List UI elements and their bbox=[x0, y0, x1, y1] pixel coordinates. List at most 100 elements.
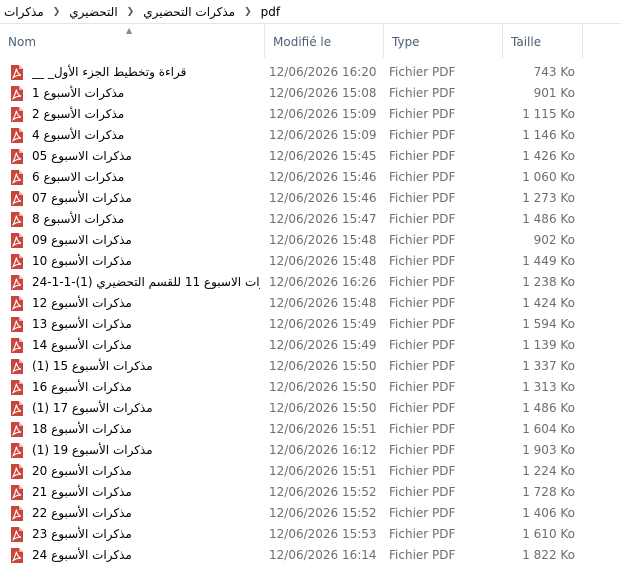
file-row[interactable]: مذكرات الاسبوع 05 12/06/2026 15:45 Fichi… bbox=[0, 146, 621, 167]
file-type: Fichier PDF bbox=[389, 380, 456, 394]
chevron-right-icon[interactable]: ❯ bbox=[48, 7, 66, 17]
file-row[interactable]: مذكرات الأسبوع 1 12/06/2026 15:08 Fichie… bbox=[0, 83, 621, 104]
file-row[interactable]: مذكرات الأسبوع 18 12/06/2026 15:51 Fichi… bbox=[0, 419, 621, 440]
file-modified-date: 12/06/2026 15:50 bbox=[269, 359, 377, 373]
file-size: 743 Ko bbox=[533, 65, 575, 79]
file-type: Fichier PDF bbox=[389, 464, 456, 478]
pdf-file-icon bbox=[11, 212, 23, 227]
file-size: 1 426 Ko bbox=[522, 149, 575, 163]
file-type: Fichier PDF bbox=[389, 191, 456, 205]
column-header-size[interactable]: Taille bbox=[502, 24, 582, 58]
file-size: 1 224 Ko bbox=[522, 464, 575, 478]
file-name: مذكرات الأسبوع 15 (1) bbox=[32, 359, 153, 373]
file-modified-date: 12/06/2026 15:51 bbox=[269, 464, 377, 478]
file-row[interactable]: مذكرات الأسبوع 10 12/06/2026 15:48 Fichi… bbox=[0, 251, 621, 272]
file-modified-date: 12/06/2026 16:20 bbox=[269, 65, 377, 79]
file-type: Fichier PDF bbox=[389, 149, 456, 163]
pdf-file-icon bbox=[11, 464, 23, 479]
pdf-file-icon bbox=[11, 338, 23, 353]
file-name: مذكرات الأسبوع 13 bbox=[32, 317, 132, 331]
file-row[interactable]: مذكرات الأسبوع 21 12/06/2026 15:52 Fichi… bbox=[0, 482, 621, 503]
file-name: مذكرات الأسبوع 16 bbox=[32, 380, 132, 394]
file-modified-date: 12/06/2026 15:49 bbox=[269, 338, 377, 352]
file-name: مذكرات الاسبوع 05 bbox=[32, 149, 132, 163]
file-type: Fichier PDF bbox=[389, 170, 456, 184]
chevron-right-icon[interactable]: ❯ bbox=[239, 7, 257, 17]
file-row[interactable]: مذكرات الاسبوع 6 12/06/2026 15:46 Fichie… bbox=[0, 167, 621, 188]
breadcrumb-item-root[interactable]: مذكرات bbox=[0, 5, 48, 19]
file-row[interactable]: مذكرات الأسبوع 4 12/06/2026 15:09 Fichie… bbox=[0, 125, 621, 146]
file-size: 1 449 Ko bbox=[522, 254, 575, 268]
file-name: مذكرات الاسبوع 11 للقسم التحضيري (1)-1-1… bbox=[32, 275, 260, 289]
file-name: مذكرات الأسبوع 4 bbox=[32, 128, 125, 142]
column-header-type[interactable]: Type bbox=[383, 24, 502, 58]
file-type: Fichier PDF bbox=[389, 128, 456, 142]
file-row[interactable]: مذكرات الأسبوع 23 12/06/2026 15:53 Fichi… bbox=[0, 524, 621, 545]
file-row[interactable]: مذكرات الأسبوع 24 12/06/2026 16:14 Fichi… bbox=[0, 545, 621, 566]
column-header-modified[interactable]: Modifié le bbox=[264, 24, 383, 58]
file-type: Fichier PDF bbox=[389, 422, 456, 436]
file-type: Fichier PDF bbox=[389, 506, 456, 520]
file-size: 1 060 Ko bbox=[522, 170, 575, 184]
file-modified-date: 12/06/2026 16:12 bbox=[269, 443, 377, 457]
file-size: 1 903 Ko bbox=[522, 443, 575, 457]
file-row[interactable]: مذكرات الأسبوع 07 12/06/2026 15:46 Fichi… bbox=[0, 188, 621, 209]
file-row[interactable]: مذكرات الأسبوع 2 12/06/2026 15:09 Fichie… bbox=[0, 104, 621, 125]
file-row[interactable]: مذكرات الأسبوع 17 (1) 12/06/2026 15:50 F… bbox=[0, 398, 621, 419]
file-row[interactable]: مذكرات الأسبوع 8 12/06/2026 15:47 Fichie… bbox=[0, 209, 621, 230]
file-row[interactable]: مذكرات الأسبوع 22 12/06/2026 15:52 Fichi… bbox=[0, 503, 621, 524]
file-row[interactable]: مذكرات الأسبوع 13 12/06/2026 15:49 Fichi… bbox=[0, 314, 621, 335]
column-header-name[interactable]: ▲ Nom bbox=[0, 24, 264, 58]
file-type: Fichier PDF bbox=[389, 317, 456, 331]
breadcrumb-item-level-2[interactable]: التحضيري bbox=[65, 5, 121, 19]
file-modified-date: 12/06/2026 15:47 bbox=[269, 212, 377, 226]
file-row[interactable]: __ _قراءة وتخطيط الجزء الأول 12/06/2026 … bbox=[0, 62, 621, 83]
file-modified-date: 12/06/2026 15:50 bbox=[269, 380, 377, 394]
file-size: 1 604 Ko bbox=[522, 422, 575, 436]
pdf-file-icon bbox=[11, 128, 23, 143]
column-header-row: ▲ Nom Modifié le Type Taille bbox=[0, 24, 621, 58]
file-row[interactable]: مذكرات الأسبوع 15 (1) 12/06/2026 15:50 F… bbox=[0, 356, 621, 377]
file-size: 1 238 Ko bbox=[522, 275, 575, 289]
file-type: Fichier PDF bbox=[389, 527, 456, 541]
file-name: مذكرات الأسبوع 1 bbox=[32, 86, 125, 100]
file-size: 1 594 Ko bbox=[522, 317, 575, 331]
file-size: 1 313 Ko bbox=[522, 380, 575, 394]
file-row[interactable]: مذكرات الأسبوع 14 12/06/2026 15:49 Fichi… bbox=[0, 335, 621, 356]
pdf-file-icon bbox=[11, 233, 23, 248]
breadcrumb: مذكرات ❯ التحضيري ❯ مذكرات التحضيري ❯ pd… bbox=[0, 0, 621, 24]
file-size: 1 486 Ko bbox=[522, 401, 575, 415]
breadcrumb-item-level-3[interactable]: مذكرات التحضيري bbox=[139, 5, 239, 19]
file-modified-date: 12/06/2026 16:14 bbox=[269, 548, 377, 562]
file-name: مذكرات الأسبوع 2 bbox=[32, 107, 125, 121]
file-row[interactable]: مذكرات الأسبوع 12 12/06/2026 15:48 Fichi… bbox=[0, 293, 621, 314]
file-row[interactable]: مذكرات الاسبوع 11 للقسم التحضيري (1)-1-1… bbox=[0, 272, 621, 293]
file-name: مذكرات الأسبوع 22 bbox=[32, 506, 132, 520]
sort-ascending-icon: ▲ bbox=[126, 26, 133, 35]
file-size: 1 115 Ko bbox=[522, 107, 575, 121]
file-size: 1 406 Ko bbox=[522, 506, 575, 520]
file-name: مذكرات الأسبوع 18 bbox=[32, 422, 132, 436]
file-row[interactable]: مذكرات الأسبوع 19 (1) 12/06/2026 16:12 F… bbox=[0, 440, 621, 461]
file-type: Fichier PDF bbox=[389, 296, 456, 310]
file-row[interactable]: مذكرات الأسبوع 16 12/06/2026 15:50 Fichi… bbox=[0, 377, 621, 398]
pdf-file-icon bbox=[11, 275, 23, 290]
breadcrumb-item-current[interactable]: pdf bbox=[257, 5, 284, 19]
file-name: مذكرات الأسبوع 8 bbox=[32, 212, 125, 226]
pdf-file-icon bbox=[11, 296, 23, 311]
pdf-file-icon bbox=[11, 548, 23, 563]
file-name: مذكرات الأسبوع 07 bbox=[32, 191, 132, 205]
file-modified-date: 12/06/2026 15:09 bbox=[269, 128, 377, 142]
file-type: Fichier PDF bbox=[389, 65, 456, 79]
file-name: مذكرات الأسبوع 19 (1) bbox=[32, 443, 153, 457]
file-size: 1 728 Ko bbox=[522, 485, 575, 499]
file-size: 902 Ko bbox=[533, 233, 575, 247]
file-name: مذكرات الاسبوع 09 bbox=[32, 233, 132, 247]
pdf-file-icon bbox=[11, 380, 23, 395]
file-name: مذكرات الأسبوع 23 bbox=[32, 527, 132, 541]
file-row[interactable]: مذكرات الاسبوع 09 12/06/2026 15:48 Fichi… bbox=[0, 230, 621, 251]
file-row[interactable]: مذكرات الأسبوع 20 12/06/2026 15:51 Fichi… bbox=[0, 461, 621, 482]
chevron-right-icon[interactable]: ❯ bbox=[122, 7, 140, 17]
file-modified-date: 12/06/2026 16:26 bbox=[269, 275, 377, 289]
pdf-file-icon bbox=[11, 65, 23, 80]
